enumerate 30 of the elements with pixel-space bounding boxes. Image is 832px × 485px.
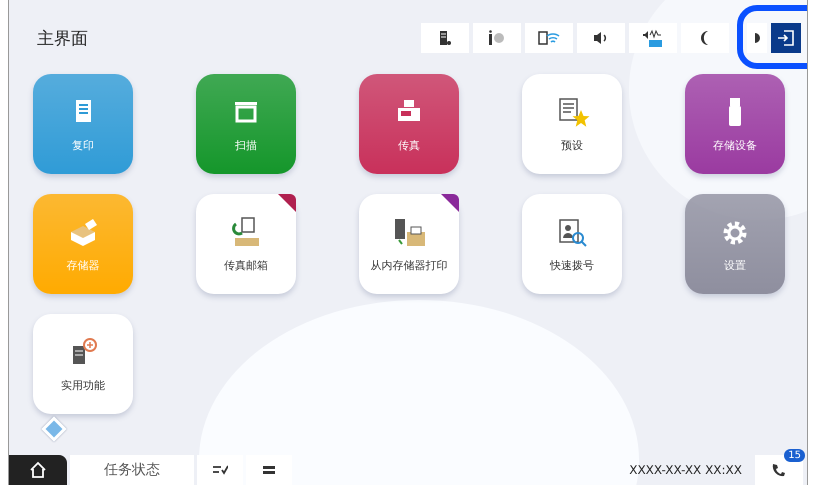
moon-icon[interactable]: [681, 23, 729, 53]
speaker-icon[interactable]: [577, 23, 625, 53]
ink-status-button[interactable]: [421, 23, 469, 53]
job-list-icon: [212, 464, 228, 476]
partial-icon[interactable]: [747, 23, 767, 53]
date-time: XXXX-XX-XX XX:XX: [629, 463, 742, 477]
ink-cartridge-icon: [437, 30, 453, 46]
wifi-icon: [537, 30, 561, 46]
app-tile[interactable]: 传真: [359, 74, 459, 174]
app-tile[interactable]: 从内存储器打印: [359, 194, 459, 294]
job-list-button[interactable]: [197, 455, 243, 485]
app-tile[interactable]: 扫描: [196, 74, 296, 174]
job-status-button[interactable]: 任务状态: [70, 455, 194, 485]
logout-button[interactable]: [771, 23, 801, 53]
toner-status-button[interactable]: [473, 23, 521, 53]
quiet-mode-button[interactable]: [629, 23, 677, 53]
highlight-ring: [737, 5, 807, 69]
app-tile[interactable]: 传真邮箱: [196, 194, 296, 294]
home-icon: [29, 461, 47, 479]
app-tile[interactable]: 存储设备: [685, 74, 785, 174]
logout-icon: [777, 29, 795, 47]
screen-title: 主界面: [37, 28, 88, 50]
wifi-button[interactable]: [525, 23, 573, 53]
phone-icon: [770, 461, 788, 479]
app-tile[interactable]: 实用功能: [33, 314, 133, 414]
home-button[interactable]: [9, 455, 67, 485]
app-tile[interactable]: 快速拨号: [522, 194, 622, 294]
count-badge: 15: [784, 449, 805, 462]
app-tile[interactable]: 预设: [522, 74, 622, 174]
quiet-mode-icon: [642, 28, 664, 48]
